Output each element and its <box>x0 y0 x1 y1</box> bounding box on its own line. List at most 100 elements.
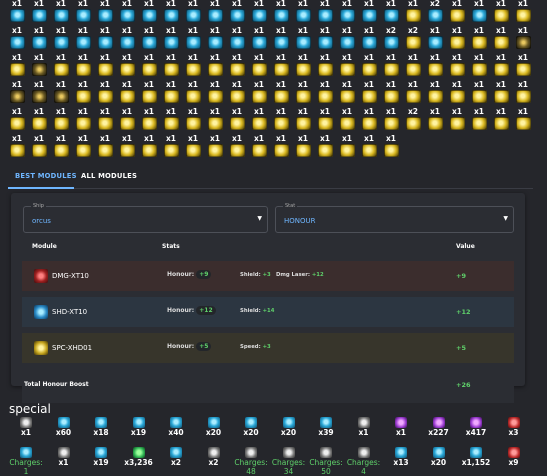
module-cell[interactable]: x1 <box>138 135 160 167</box>
special-item[interactable]: x60 <box>44 416 84 437</box>
special-item[interactable]: Charges: 1 <box>6 446 46 476</box>
module-count: x1 <box>451 80 463 89</box>
speed-module-icon <box>34 341 48 355</box>
special-item[interactable]: Charges: 4 <box>344 446 384 476</box>
special-item[interactable]: x3 <box>494 416 534 437</box>
module-cell[interactable]: x1 <box>116 135 138 167</box>
module-count: x1 <box>517 0 529 8</box>
special-item-icon <box>207 447 220 458</box>
table-row[interactable]: SHD-XT10 Honour: +12 Shield: +14 +12 <box>22 297 514 327</box>
module-icon <box>185 63 201 76</box>
special-item[interactable]: x417 <box>456 416 496 437</box>
module-count: x1 <box>297 107 309 116</box>
module-cell[interactable]: x1 <box>292 135 314 167</box>
special-item[interactable]: x20 <box>231 416 271 437</box>
module-count: x1 <box>253 0 265 8</box>
module-count: x1 <box>33 26 45 35</box>
special-item-count: x20 <box>280 428 297 437</box>
module-count: x1 <box>55 53 67 62</box>
special-item[interactable]: x20 <box>419 446 459 467</box>
module-count: x1 <box>99 80 111 89</box>
special-item-count: x19 <box>130 428 147 437</box>
ship-select[interactable]: Ship orcus ▼ <box>23 203 268 233</box>
module-icon <box>97 36 113 49</box>
special-item-icon <box>395 417 407 428</box>
module-cell[interactable]: x1 <box>6 135 28 167</box>
module-cell[interactable]: x1 <box>270 135 292 167</box>
special-item-count: Charges: 48 <box>234 458 268 476</box>
module-cell[interactable]: x1 <box>424 108 446 140</box>
table-row[interactable]: SPC-XHD01 Honour: +5 Speed: +3 +5 <box>22 333 514 363</box>
module-icon <box>141 9 157 22</box>
special-item[interactable]: x20 <box>194 416 234 437</box>
module-count: x1 <box>429 80 441 89</box>
special-item[interactable]: x9 <box>494 446 534 467</box>
special-item-icon <box>282 447 295 458</box>
special-item[interactable]: x227 <box>419 416 459 437</box>
module-cell[interactable]: x2 <box>402 108 424 140</box>
module-count: x2 <box>407 26 419 35</box>
module-cell[interactable]: x1 <box>512 108 534 140</box>
special-item-count: x13 <box>393 458 409 467</box>
module-cell[interactable]: x1 <box>336 135 358 167</box>
tab-best-modules[interactable]: BEST MODULES <box>15 172 77 180</box>
special-item[interactable]: x2 <box>156 446 196 467</box>
module-cell[interactable]: x1 <box>204 135 226 167</box>
stat-select-value: HONOUR <box>284 217 316 225</box>
module-cell[interactable]: x1 <box>72 135 94 167</box>
special-item[interactable]: x39 <box>306 416 346 437</box>
header-stats: Stats <box>162 243 180 250</box>
module-count: x1 <box>275 134 287 143</box>
module-icon <box>295 90 311 103</box>
module-cell[interactable]: x1 <box>226 135 248 167</box>
module-cell[interactable]: x1 <box>358 135 380 167</box>
module-icon <box>273 63 289 76</box>
module-icon <box>515 90 531 103</box>
module-cell[interactable]: x1 <box>94 135 116 167</box>
special-item[interactable]: x1 <box>344 416 384 437</box>
special-item[interactable]: Charges: 48 <box>231 446 271 476</box>
module-icon <box>141 90 157 103</box>
dmg-laser-stat: Dmg Laser: +12 <box>276 272 324 278</box>
table-row[interactable]: DMG-XT10 Honour: +9 Shield: +3 Dmg Laser… <box>22 261 514 291</box>
module-cell[interactable]: x1 <box>182 135 204 167</box>
module-count: x1 <box>297 26 309 35</box>
special-item-icon <box>320 447 332 458</box>
special-section-title: special <box>9 402 51 416</box>
special-item[interactable]: x1,152 <box>456 446 496 467</box>
special-item-icon <box>432 417 445 428</box>
special-item[interactable]: x19 <box>119 416 159 437</box>
special-item[interactable]: Charges: 34 <box>269 446 309 476</box>
special-item[interactable]: x1 <box>381 416 421 437</box>
special-item[interactable]: x3,236 <box>119 446 159 467</box>
special-item-count: x2 <box>208 458 219 467</box>
special-item[interactable]: x1 <box>6 416 46 437</box>
special-item[interactable]: x20 <box>269 416 309 437</box>
module-cell[interactable]: x1 <box>160 135 182 167</box>
module-cell[interactable]: x1 <box>28 135 50 167</box>
special-item[interactable]: x13 <box>381 446 421 467</box>
module-icon <box>229 117 245 130</box>
special-item[interactable]: x1 <box>44 446 84 467</box>
stat-select[interactable]: Stat HONOUR ▼ <box>275 203 514 233</box>
module-cell[interactable]: x1 <box>380 135 402 167</box>
tab-all-modules[interactable]: ALL MODULES <box>81 172 137 180</box>
special-item[interactable]: x40 <box>156 416 196 437</box>
special-item[interactable]: x2 <box>194 446 234 467</box>
module-count: x1 <box>451 0 463 8</box>
module-count: x1 <box>99 53 111 62</box>
module-cell[interactable]: x1 <box>446 108 468 140</box>
module-cell[interactable]: x1 <box>314 135 336 167</box>
module-count: x1 <box>363 26 375 35</box>
module-icon <box>119 63 135 76</box>
special-item-icon <box>470 447 482 458</box>
module-cell[interactable]: x1 <box>490 108 512 140</box>
special-item[interactable]: Charges: 50 <box>306 446 346 476</box>
module-cell[interactable]: x1 <box>50 135 72 167</box>
special-item[interactable]: x19 <box>81 446 121 467</box>
module-icon <box>119 117 135 130</box>
special-item-count: x1 <box>20 428 32 437</box>
special-item[interactable]: x18 <box>81 416 121 437</box>
module-cell[interactable]: x1 <box>468 108 490 140</box>
module-cell[interactable]: x1 <box>248 135 270 167</box>
